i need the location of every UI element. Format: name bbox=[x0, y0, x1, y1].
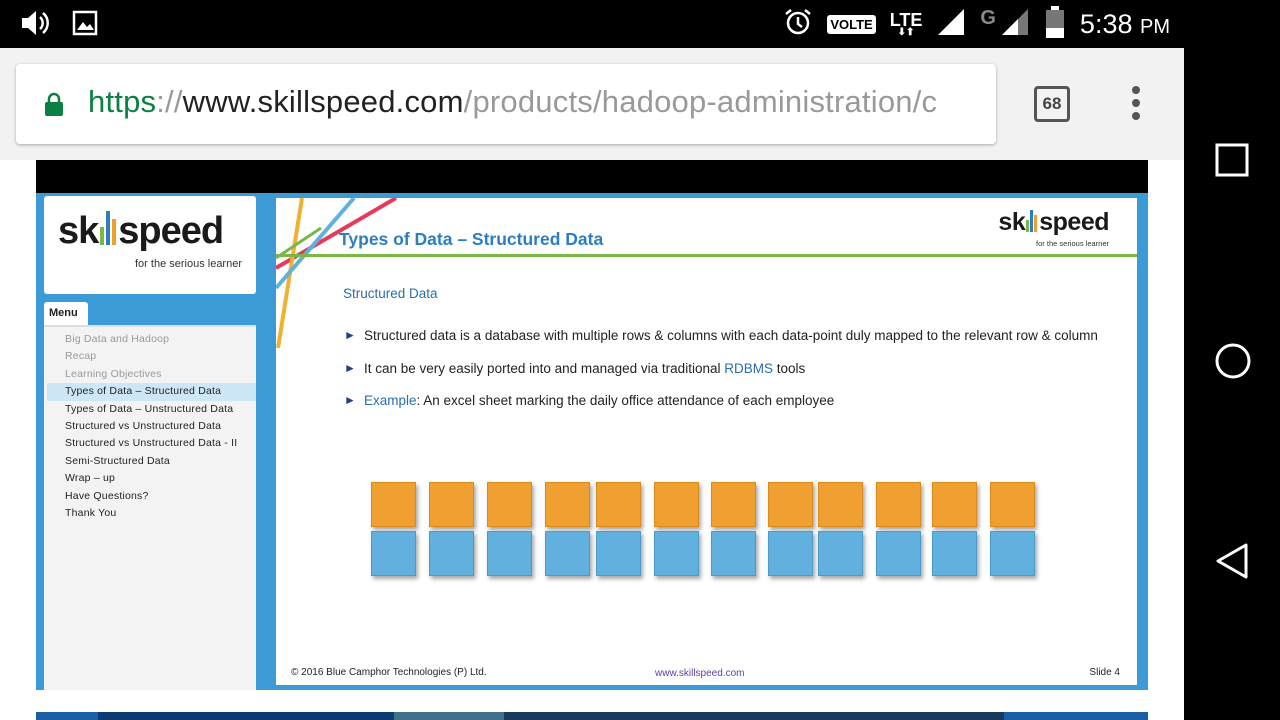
data-grid-illustration bbox=[276, 198, 1137, 685]
slide-copyright: © 2016 Blue Camphor Technologies (P) Ltd… bbox=[291, 667, 487, 678]
menu-item-big-data[interactable]: Big Data and Hadoop bbox=[44, 331, 256, 348]
url-text[interactable]: https://www.skillspeed.com/products/hado… bbox=[88, 84, 937, 120]
grid-cell-blue bbox=[818, 531, 863, 576]
logo-tagline: for the serious learner bbox=[135, 258, 242, 270]
volte-badge: VOLTE bbox=[827, 15, 876, 34]
recent-apps-icon[interactable] bbox=[1214, 142, 1250, 178]
menu-item-have-questions[interactable]: Have Questions? bbox=[44, 488, 256, 505]
home-icon[interactable] bbox=[1214, 342, 1251, 379]
menu-item-structured-vs-unstructured[interactable]: Structured vs Unstructured Data bbox=[44, 418, 256, 435]
menu-item-wrap-up[interactable]: Wrap – up bbox=[44, 470, 256, 487]
grid-cell-orange bbox=[487, 482, 532, 527]
clock: 5:38 PM bbox=[1080, 9, 1170, 40]
browser-window: https://www.skillspeed.com/products/hado… bbox=[0, 48, 1184, 720]
logo-wordmark: sk speed bbox=[58, 210, 224, 253]
clock-time: 5:38 bbox=[1079, 9, 1133, 39]
grid-cell-blue bbox=[371, 531, 416, 576]
grid-cell-blue bbox=[932, 531, 977, 576]
grid-cell-orange bbox=[876, 482, 921, 527]
player-controls-strip[interactable] bbox=[36, 712, 1148, 720]
grid-cell-orange bbox=[371, 482, 416, 527]
menu-panel: Big Data and Hadoop Recap Learning Objec… bbox=[44, 325, 256, 690]
overflow-menu-icon[interactable] bbox=[1132, 86, 1142, 122]
grid-cell-orange bbox=[711, 482, 756, 527]
grid-cell-orange bbox=[545, 482, 590, 527]
android-nav-bar bbox=[1184, 48, 1280, 720]
menu-item-structured-vs-unstructured-ii[interactable]: Structured vs Unstructured Data - II bbox=[44, 435, 256, 452]
grid-cell-orange bbox=[429, 482, 474, 527]
grid-cell-blue bbox=[545, 531, 590, 576]
slide-number: Slide 4 bbox=[1089, 667, 1120, 678]
back-icon[interactable] bbox=[1214, 542, 1250, 579]
logo-prefix: sk bbox=[58, 210, 99, 252]
address-bar[interactable]: https://www.skillspeed.com/products/hado… bbox=[16, 64, 996, 144]
menu-item-recap[interactable]: Recap bbox=[44, 348, 256, 365]
logo-suffix: speed bbox=[118, 210, 224, 252]
grid-cell-blue bbox=[768, 531, 813, 576]
slide: Types of Data – Structured Data sk speed … bbox=[276, 198, 1137, 685]
grid-cell-orange bbox=[596, 482, 641, 527]
grid-cell-blue bbox=[711, 531, 756, 576]
grid-cell-orange bbox=[932, 482, 977, 527]
course-player: sk speed for the serious learner Menu Big… bbox=[36, 160, 1148, 690]
clock-ampm: PM bbox=[1140, 16, 1170, 38]
menu-tab[interactable]: Menu bbox=[44, 302, 88, 326]
grid-cell-orange bbox=[818, 482, 863, 527]
page-content: sk speed for the serious learner Menu Big… bbox=[0, 160, 1184, 720]
menu-item-thank-you[interactable]: Thank You bbox=[44, 505, 256, 522]
grid-cell-blue bbox=[487, 531, 532, 576]
grid-cell-blue bbox=[876, 531, 921, 576]
grid-cell-orange bbox=[768, 482, 813, 527]
signal-icon bbox=[936, 7, 966, 42]
slide-website-link[interactable]: www.skillspeed.com bbox=[655, 668, 744, 679]
image-notification-icon bbox=[72, 10, 98, 41]
browser-toolbar: https://www.skillspeed.com/products/hado… bbox=[0, 48, 1184, 160]
grid-cell-orange bbox=[654, 482, 699, 527]
lte-indicator: LTE ⬇⬆ bbox=[890, 11, 923, 38]
grid-cell-blue bbox=[429, 531, 474, 576]
url-host: www.skillspeed.com bbox=[182, 84, 464, 119]
menu-item-structured-data[interactable]: Types of Data – Structured Data bbox=[47, 383, 256, 401]
url-path: /products/hadoop-administration/c bbox=[463, 84, 938, 119]
alarm-icon bbox=[783, 7, 813, 42]
tab-switcher-button[interactable]: 68 bbox=[1034, 86, 1070, 122]
battery-icon bbox=[1044, 6, 1066, 43]
logo-bars-icon bbox=[98, 211, 118, 245]
lock-icon[interactable] bbox=[44, 92, 64, 116]
url-separator: :// bbox=[156, 84, 183, 119]
grid-cell-blue bbox=[990, 531, 1035, 576]
player-frame: sk speed for the serious learner Menu Big… bbox=[36, 193, 1148, 690]
sidebar-logo: sk speed for the serious learner bbox=[44, 196, 256, 294]
grid-cell-orange bbox=[990, 482, 1035, 527]
grid-cell-blue bbox=[596, 531, 641, 576]
volume-icon bbox=[20, 10, 50, 41]
status-bar: VOLTE LTE ⬇⬆ G 5:38 PM bbox=[0, 0, 1280, 48]
menu-item-semi-structured[interactable]: Semi-Structured Data bbox=[44, 453, 256, 470]
grid-cell-blue bbox=[654, 531, 699, 576]
menu-item-learning-objectives[interactable]: Learning Objectives bbox=[44, 366, 256, 383]
g-network-label: G bbox=[980, 7, 996, 29]
menu-item-unstructured-data[interactable]: Types of Data – Unstructured Data bbox=[44, 401, 256, 418]
signal-icon-2 bbox=[1000, 7, 1030, 42]
url-scheme: https bbox=[88, 84, 157, 119]
